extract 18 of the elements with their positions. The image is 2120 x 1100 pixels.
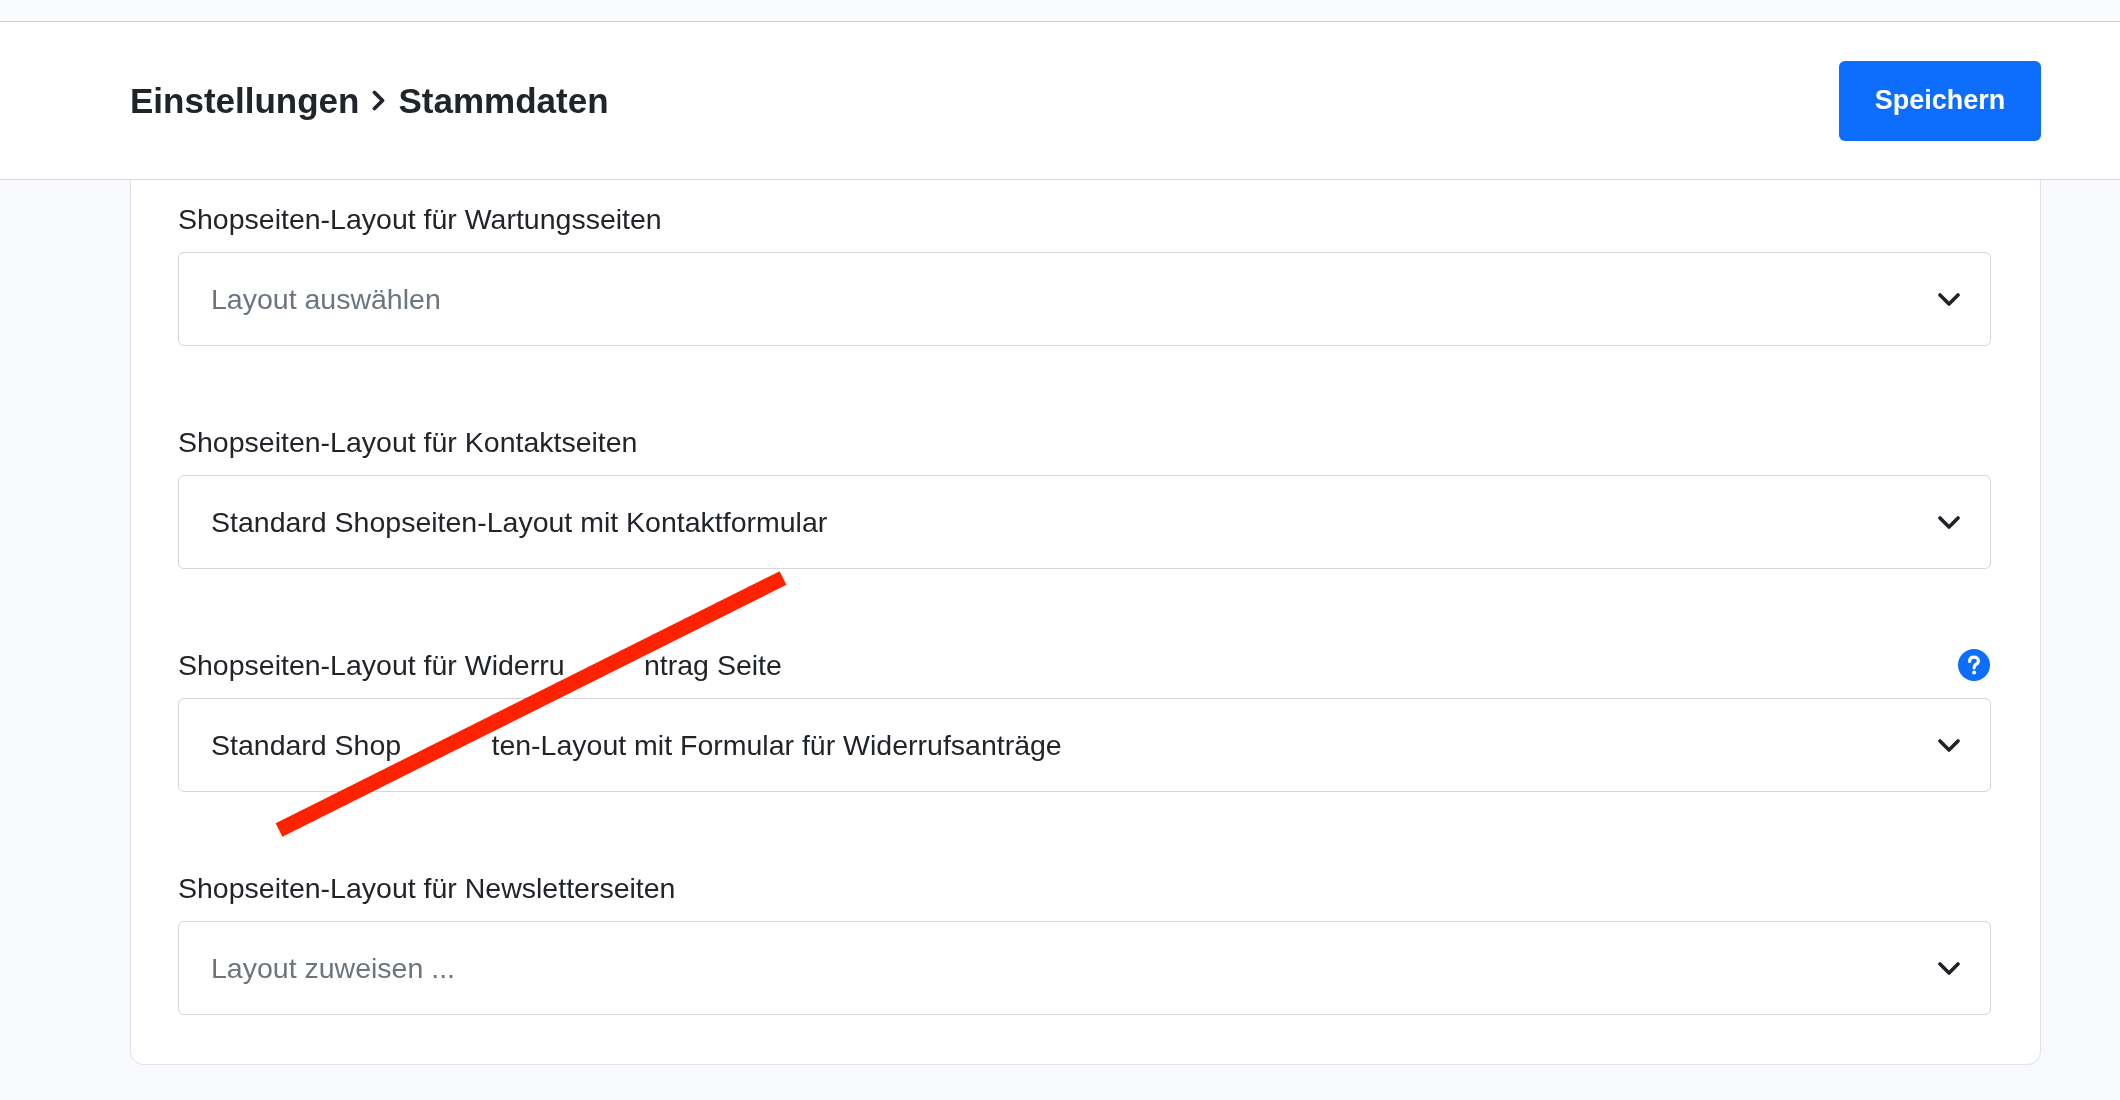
chevron-down-icon: [1938, 515, 1960, 529]
layout-select[interactable]: Layout zuweisen ...: [178, 921, 1991, 1015]
field-label: ntrag Seite: [644, 648, 782, 682]
breadcrumb-link[interactable]: Einstellungen: [130, 79, 360, 122]
layout-select[interactable]: Layout auswählen: [178, 252, 1991, 346]
field-label: Shopseiten-Layout für Newsletterseiten: [178, 871, 676, 905]
chevron-down-icon: [1938, 961, 1960, 975]
layout-select[interactable]: Standard Shop ten-Layout mit Formular für Widerrufsanträge: [178, 698, 1991, 792]
layout-select[interactable]: Standard Shopseiten-Layout mit Kontaktformular: [178, 475, 1991, 569]
page-title: Stammdaten: [398, 79, 609, 122]
chevron-down-icon: [1938, 292, 1960, 306]
field-label: Shopseiten-Layout für Wartungsseiten: [178, 202, 662, 236]
help-icon[interactable]: [1958, 649, 1990, 681]
save-button[interactable]: Speichern: [1839, 60, 2041, 141]
chevron-right-icon: [372, 90, 386, 111]
field-label: Shopseiten-Layout für Widerru: [178, 648, 565, 682]
field-label: Shopseiten-Layout für Kontaktseiten: [178, 425, 638, 459]
chevron-down-icon: [1938, 738, 1960, 752]
